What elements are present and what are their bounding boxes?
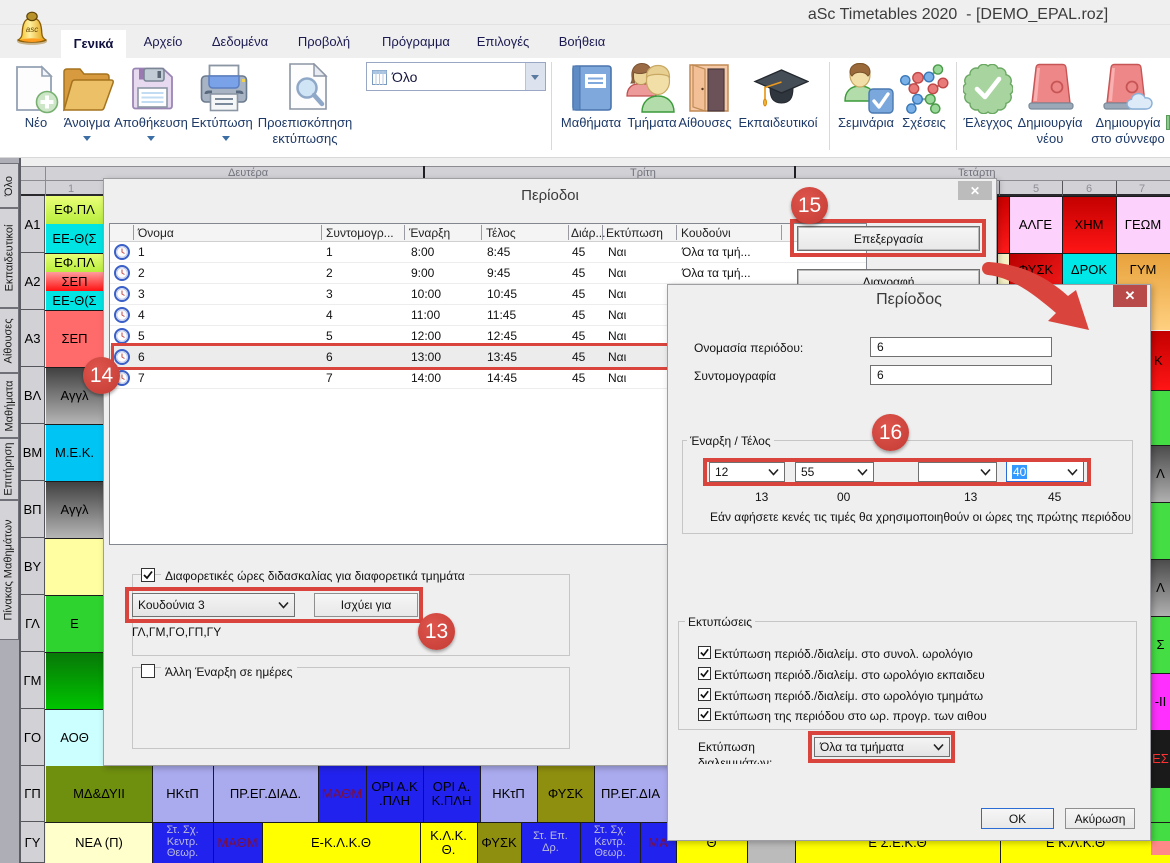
svg-text:asc: asc: [26, 25, 38, 34]
